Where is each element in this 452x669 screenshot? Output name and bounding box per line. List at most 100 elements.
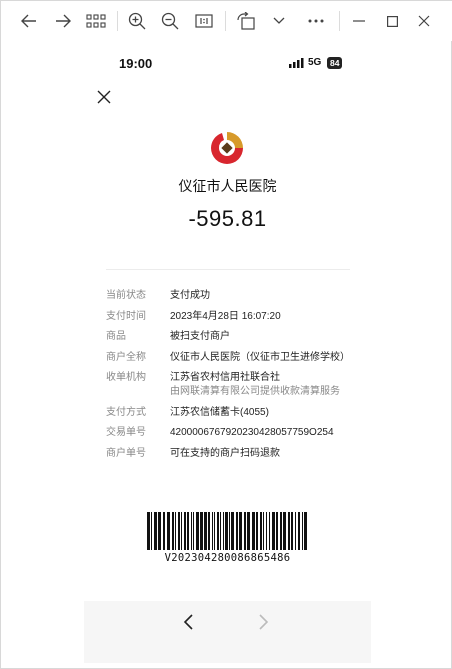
barcode-bar [272,512,275,550]
barcode-bar [295,512,296,550]
status-bar: 19:00 5G 84 [84,45,371,81]
detail-row-goods: 商品 被扫支付商户 [106,330,356,344]
transaction-details: 当前状态 支付成功 支付时间 2023年4月28日 16:07:20 商品 被扫… [106,289,356,467]
detail-row-merchant-fullname: 商户全称 仪征市人民医院（仪征市卫生进修学校） [106,351,356,365]
detail-row-time: 支付时间 2023年4月28日 16:07:20 [106,310,356,324]
detail-row-acquirer: 收单机构 江苏省农村信用社联合社 由网联清算有限公司提供收款清算服务 [106,371,356,399]
actual-size-icon[interactable] [192,9,216,33]
minimize-icon[interactable] [347,9,371,33]
detail-value: 可在支持的商户扫码退款 [170,447,280,459]
detail-label: 商品 [106,331,126,342]
barcode-bar [231,512,234,550]
divider [106,269,350,270]
bottom-nav-bar [84,601,371,663]
rotate-icon[interactable] [234,9,258,33]
barcode-bar [247,512,250,550]
barcode-bar [236,512,238,550]
bank-logo [211,132,243,164]
barcode-bar [229,512,230,550]
detail-label: 当前状态 [106,290,146,301]
barcode-bar [200,512,203,550]
maximize-icon[interactable] [380,9,404,33]
barcode-bar [252,512,255,550]
detail-row-transaction-id: 交易单号 4200006767920230428057759O254 [106,426,356,440]
barcode-bar [191,512,192,550]
detail-row-status: 当前状态 支付成功 [106,289,356,303]
chevron-right-icon [259,614,269,630]
chevron-left-icon[interactable] [182,613,196,631]
status-time: 19:00 [119,56,153,71]
battery-badge: 84 [327,57,343,69]
barcode-bar [204,512,207,550]
toolbar-divider [339,11,340,31]
barcode-bar [208,512,210,550]
barcode-bar [178,512,180,550]
zoom-in-icon[interactable] [125,9,149,33]
detail-value: 被扫支付商户 [170,331,230,342]
close-icon[interactable] [96,89,112,105]
acquirer-note: 由网联清算有限公司提供收款清算服务 [170,386,340,397]
barcode-bar [280,512,282,550]
barcode-bar [223,512,224,550]
detail-label: 支付方式 [106,406,146,418]
barcode-bar [187,512,189,550]
barcode-bar [193,512,194,550]
detail-row-merchant-order: 商户单号 可在支持的商户扫码退款 [106,447,356,461]
barcode-bar [175,512,176,550]
back-arrow-icon[interactable] [17,9,41,33]
close-icon[interactable] [412,9,436,33]
barcode-bar [147,512,150,550]
detail-label: 支付时间 [106,310,146,322]
detail-label: 交易单号 [106,427,146,438]
detail-row-payment-method: 支付方式 江苏农信储蓄卡(4055) [106,406,356,420]
barcode-bar [239,512,242,550]
viewer-toolbar [1,1,452,41]
barcode-bar [269,512,270,550]
chevron-down-icon[interactable] [267,9,291,33]
more-icon[interactable] [304,9,328,33]
barcode-bar [154,512,157,550]
barcode-bar [304,512,307,550]
zoom-out-icon[interactable] [158,9,182,33]
barcode-bar [244,512,246,550]
barcode-bar [167,512,170,550]
acquirer-name: 江苏省农村信用社联合社 [170,372,280,383]
barcode-bar [276,512,278,550]
barcode-bar [220,512,221,550]
barcode-bar [288,512,290,550]
barcode-bar [184,512,186,550]
merchant-name: 仪征市人民医院 [178,178,277,194]
barcode-bar [302,512,303,550]
barcode-bar [283,512,286,550]
detail-value: 江苏农信储蓄卡(4055) [170,406,269,418]
detail-value: 2023年4月28日 16:07:20 [170,310,281,322]
payment-amount: -595.81 [188,206,267,231]
barcode-bar [266,512,267,550]
barcode-bar [212,512,213,550]
network-type: 5G [308,57,322,68]
barcode-bar [151,512,152,550]
barcode-image [147,512,307,550]
grid-icon[interactable] [84,9,108,33]
barcode-number: V202304280086865486 [164,552,291,564]
barcode-bar [214,512,215,550]
barcode-bar [256,512,258,550]
barcode-bar [163,512,165,550]
barcode-bar [298,512,300,550]
detail-value[interactable]: 4200006767920230428057759O254 [170,426,356,440]
viewer-window: 19:00 5G 84 仪征市人民医院 -595.81 当前状态 支付成功 支付… [0,0,452,669]
barcode-bar [260,512,262,550]
detail-value: 江苏省农村信用社联合社 由网联清算有限公司提供收款清算服务 [170,371,356,399]
barcode-bar [196,512,199,550]
barcode-bar [158,512,161,550]
detail-value: 仪征市人民医院（仪征市卫生进修学校） [170,351,350,363]
phone-screen: 19:00 5G 84 仪征市人民医院 -595.81 当前状态 支付成功 支付… [84,45,371,663]
toolbar-divider [225,11,226,31]
forward-arrow-icon[interactable] [51,9,75,33]
detail-label: 商户单号 [106,447,146,459]
barcode-bar [217,512,219,550]
toolbar-divider [117,11,118,31]
barcode-bar [225,512,228,550]
detail-label: 商户全称 [106,351,146,363]
barcode-bar [181,512,182,550]
